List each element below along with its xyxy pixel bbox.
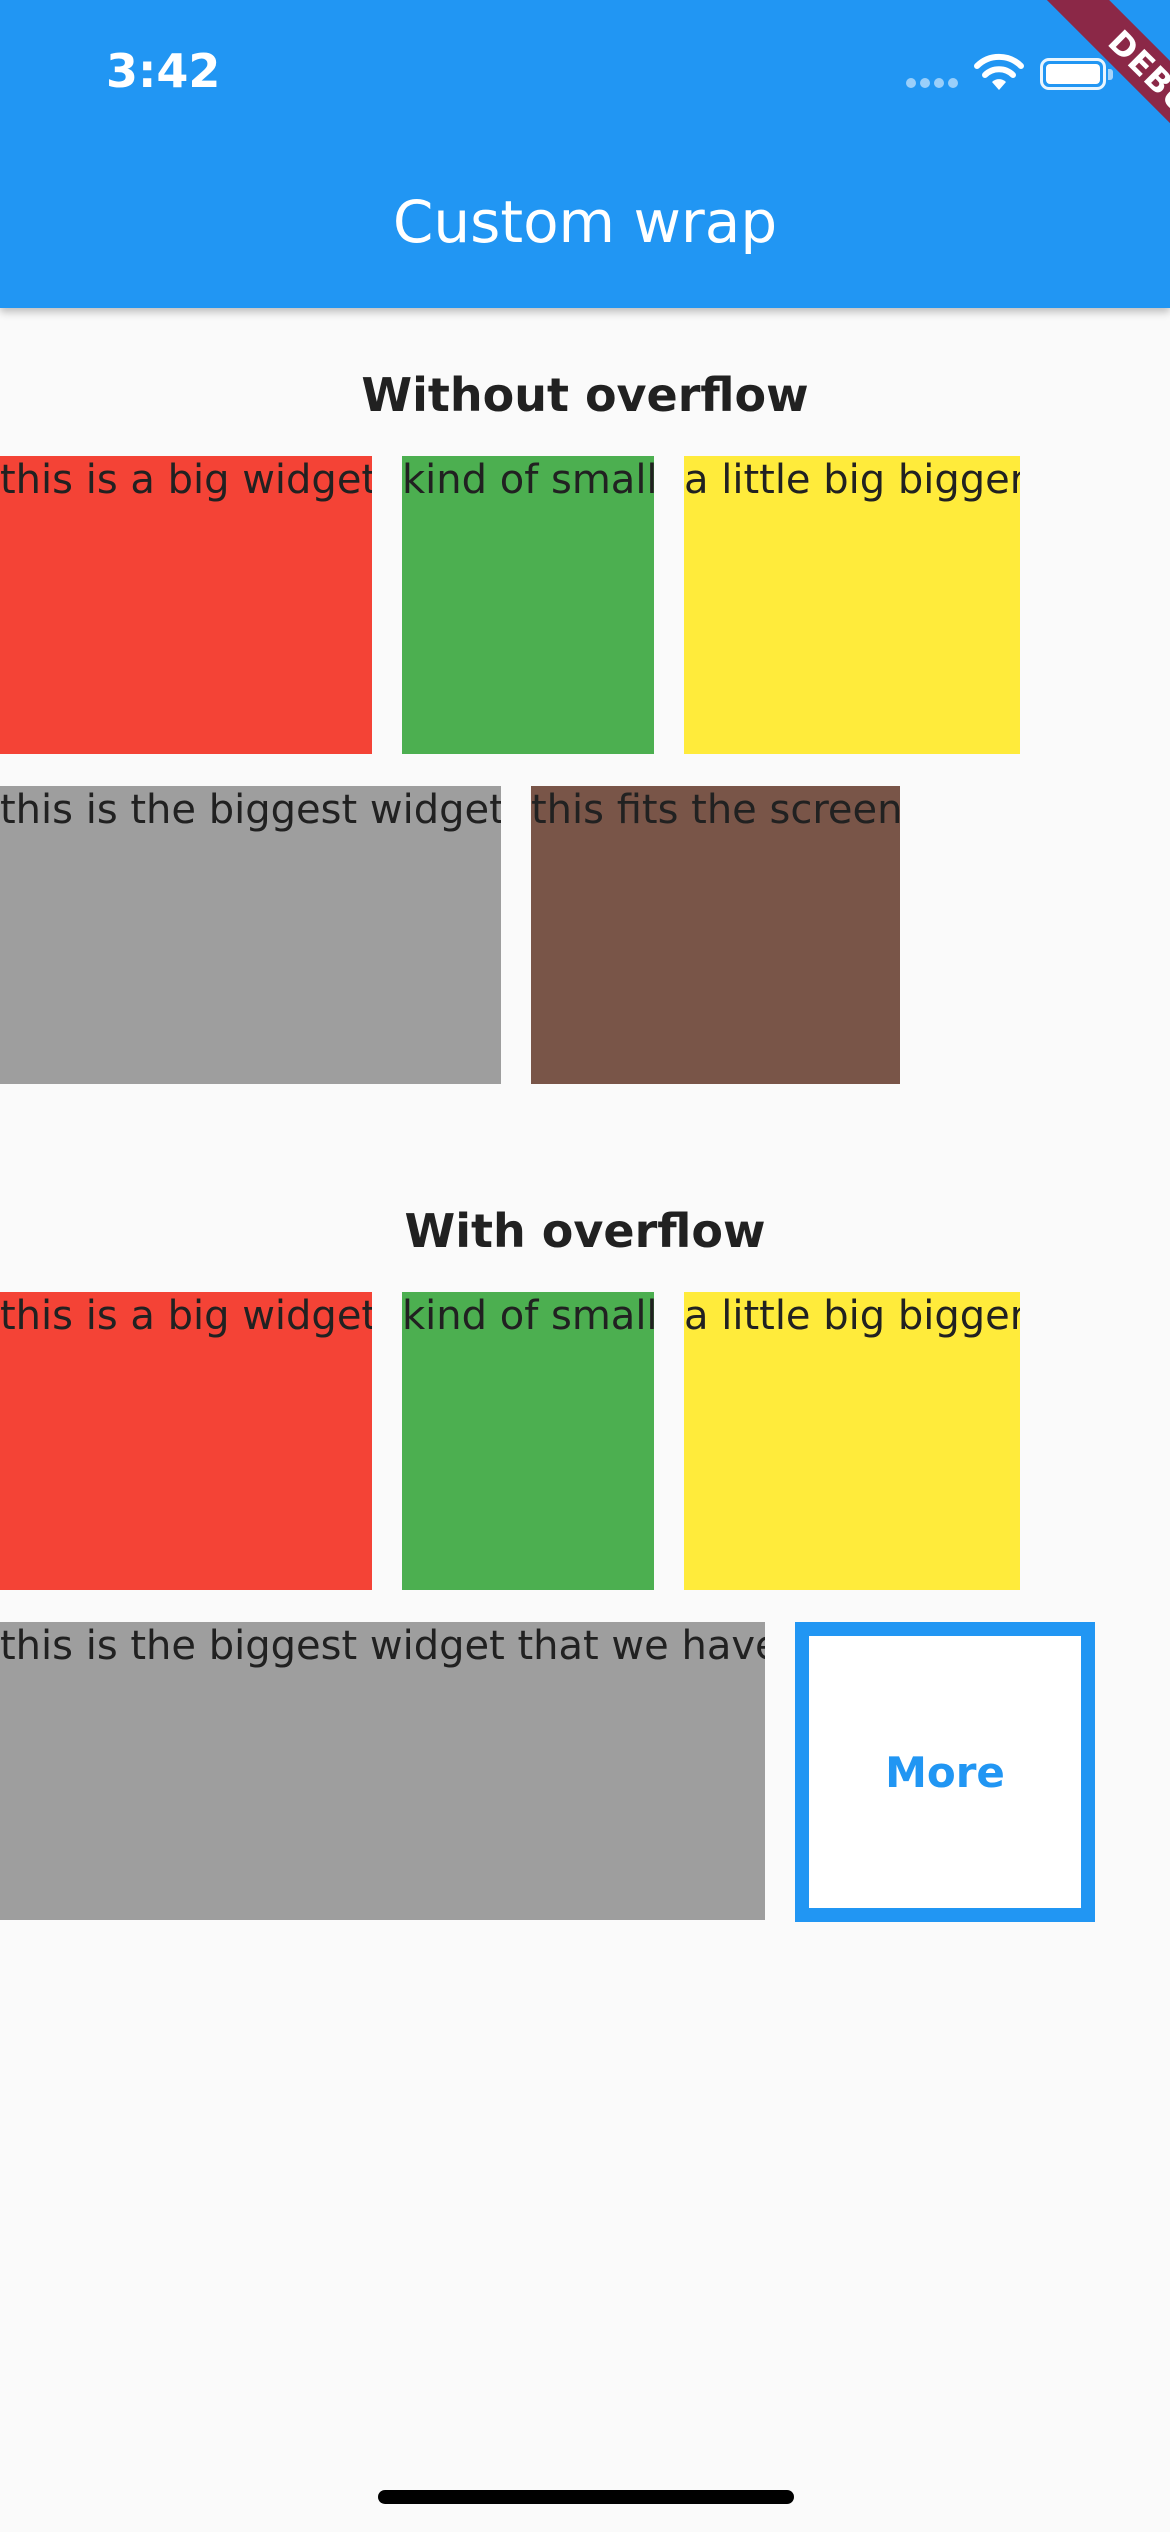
- status-time: 3:42: [106, 44, 221, 98]
- wrap-item-big-widget: this is a big widget: [0, 1292, 372, 1590]
- wrap-item-biggest-widget: this is the biggest widget: [0, 786, 501, 1084]
- wrap-item-kind-of-small: kind of small: [402, 456, 654, 754]
- home-indicator[interactable]: [378, 2490, 794, 2504]
- wrap-item-big-widget: this is a big widget: [0, 456, 372, 754]
- wrap-item-little-bigger: a little big bigger: [684, 1292, 1020, 1590]
- debug-banner-label: DEBUG: [1038, 0, 1170, 204]
- section-heading-without-overflow: Without overflow: [361, 368, 809, 422]
- wrap-item-kind-of-small: kind of small: [402, 1292, 654, 1590]
- more-button[interactable]: More: [795, 1622, 1095, 1922]
- wrap-item-biggest-widget-we-have: this is the biggest widget that we have: [0, 1622, 765, 1920]
- wrap-item-little-bigger: a little big bigger: [684, 456, 1020, 754]
- section-heading-with-overflow: With overflow: [404, 1204, 766, 1258]
- more-button-label: More: [885, 1747, 1005, 1797]
- wrap-item-fits-screen: this fits the screen: [531, 786, 900, 1084]
- debug-banner: DEBUG: [950, 0, 1170, 220]
